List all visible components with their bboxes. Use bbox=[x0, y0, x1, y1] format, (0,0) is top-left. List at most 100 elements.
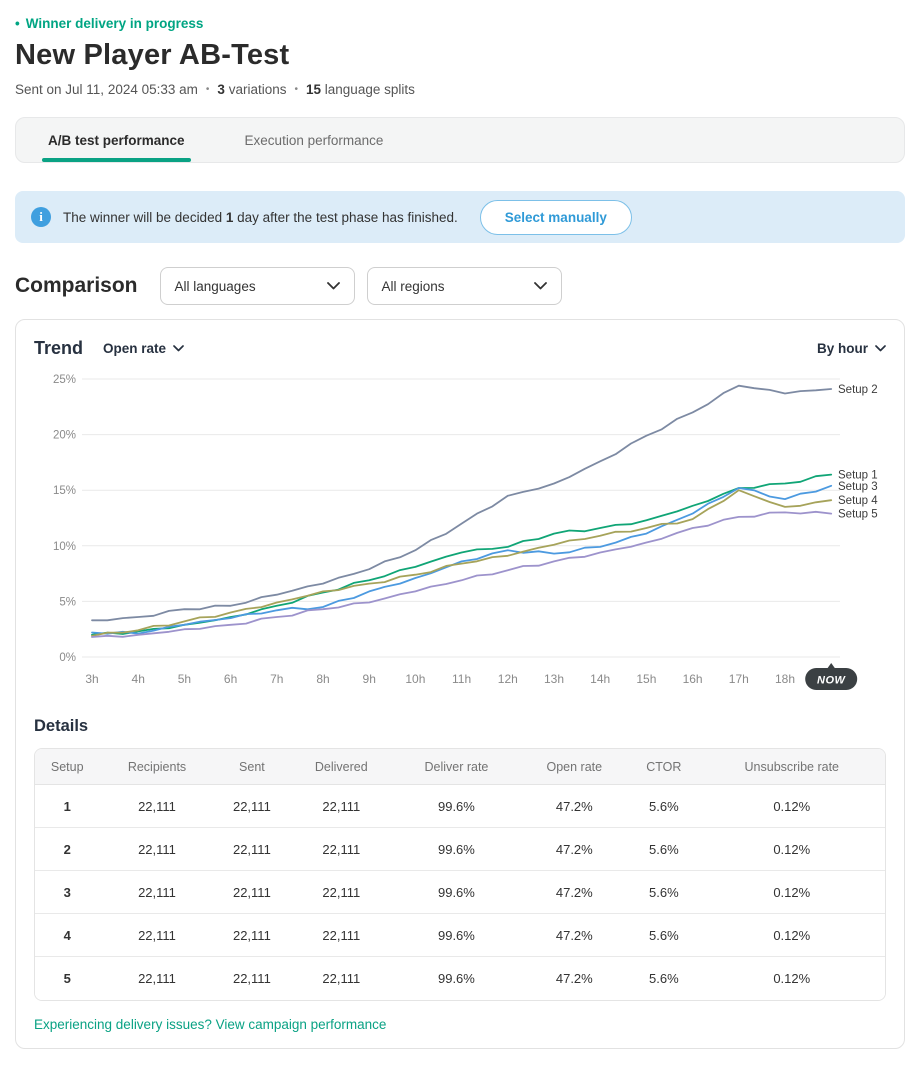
table-cell: 22,111 bbox=[215, 957, 290, 1000]
x-axis-tick-label: 14h bbox=[590, 672, 610, 686]
table-cell: 2 bbox=[35, 828, 99, 871]
trend-header: Trend Open rate By hour bbox=[34, 338, 886, 359]
column-header-delivered: Delivered bbox=[289, 749, 393, 785]
tab-ab-test-performance[interactable]: A/B test performance bbox=[32, 118, 201, 162]
trend-chart: 0%5%10%15%20%25%3h4h5h6h7h8h9h10h11h12h1… bbox=[34, 365, 886, 705]
comparison-heading: Comparison bbox=[15, 274, 138, 298]
table-cell: 22,111 bbox=[99, 828, 214, 871]
table-cell: 22,111 bbox=[99, 871, 214, 914]
metric-selector-value: Open rate bbox=[103, 341, 166, 356]
trend-heading: Trend bbox=[34, 338, 83, 359]
table-cell: 47.2% bbox=[519, 914, 629, 957]
series-label-setup-4: Setup 4 bbox=[838, 495, 878, 507]
table-cell: 22,111 bbox=[289, 828, 393, 871]
x-axis-tick-label: 7h bbox=[270, 672, 283, 686]
chevron-down-icon bbox=[875, 345, 886, 352]
table-cell: 3 bbox=[35, 871, 99, 914]
view-campaign-performance-link[interactable]: Experiencing delivery issues? View campa… bbox=[34, 1017, 386, 1032]
table-row: 222,11122,11122,11199.6%47.2%5.6%0.12% bbox=[35, 828, 885, 871]
y-axis-tick-label: 25% bbox=[53, 374, 76, 386]
status-label: Winner delivery in progress bbox=[26, 16, 204, 31]
tab-bar: A/B test performance Execution performan… bbox=[15, 117, 905, 163]
select-manually-button[interactable]: Select manually bbox=[480, 200, 632, 235]
y-axis-tick-label: 15% bbox=[53, 485, 76, 497]
x-axis-tick-label: 3h bbox=[85, 672, 98, 686]
details-heading: Details bbox=[34, 717, 886, 736]
y-axis-tick-label: 20% bbox=[53, 430, 76, 442]
series-label-setup-2: Setup 2 bbox=[838, 384, 878, 396]
table-cell: 0.12% bbox=[699, 828, 885, 871]
table-cell: 22,111 bbox=[215, 785, 290, 828]
details-table: SetupRecipientsSentDeliveredDeliver rate… bbox=[34, 748, 886, 1001]
table-cell: 5.6% bbox=[629, 914, 698, 957]
x-axis-tick-label: 12h bbox=[498, 672, 518, 686]
table-cell: 22,111 bbox=[289, 785, 393, 828]
table-cell: 4 bbox=[35, 914, 99, 957]
performance-card: Trend Open rate By hour 0%5%10%15%20%25%… bbox=[15, 319, 905, 1049]
y-axis-tick-label: 0% bbox=[59, 652, 76, 664]
x-axis-tick-label: 6h bbox=[224, 672, 237, 686]
table-cell: 47.2% bbox=[519, 785, 629, 828]
table-cell: 1 bbox=[35, 785, 99, 828]
region-filter-value: All regions bbox=[382, 279, 445, 294]
tab-execution-performance[interactable]: Execution performance bbox=[229, 118, 400, 162]
column-header-unsubscribe-rate: Unsubscribe rate bbox=[699, 749, 885, 785]
table-cell: 0.12% bbox=[699, 871, 885, 914]
metric-selector[interactable]: Open rate bbox=[103, 341, 184, 356]
table-cell: 99.6% bbox=[393, 871, 519, 914]
variations-count: 3 variations bbox=[217, 82, 286, 97]
column-header-recipients: Recipients bbox=[99, 749, 214, 785]
x-axis-tick-label: 9h bbox=[363, 672, 376, 686]
splits-count: 15 language splits bbox=[306, 82, 415, 97]
table-cell: 47.2% bbox=[519, 828, 629, 871]
table-cell: 22,111 bbox=[215, 871, 290, 914]
column-header-open-rate: Open rate bbox=[519, 749, 629, 785]
table-row: 122,11122,11122,11199.6%47.2%5.6%0.12% bbox=[35, 785, 885, 828]
table-cell: 99.6% bbox=[393, 828, 519, 871]
table-cell: 5.6% bbox=[629, 828, 698, 871]
separator-dot-icon: • bbox=[206, 84, 210, 95]
table-cell: 0.12% bbox=[699, 785, 885, 828]
table-cell: 99.6% bbox=[393, 957, 519, 1000]
x-axis-tick-label: 16h bbox=[683, 672, 703, 686]
table-cell: 99.6% bbox=[393, 914, 519, 957]
table-cell: 22,111 bbox=[215, 914, 290, 957]
table-cell: 5 bbox=[35, 957, 99, 1000]
series-label-setup-5: Setup 5 bbox=[838, 509, 878, 521]
status-dot-icon: • bbox=[15, 16, 20, 31]
table-cell: 47.2% bbox=[519, 871, 629, 914]
column-header-sent: Sent bbox=[215, 749, 290, 785]
winner-info-banner: i The winner will be decided 1 day after… bbox=[15, 191, 905, 243]
chevron-down-icon bbox=[173, 345, 184, 352]
region-filter-dropdown[interactable]: All regions bbox=[367, 267, 562, 305]
x-axis-tick-label: 17h bbox=[729, 672, 749, 686]
table-cell: 0.12% bbox=[699, 914, 885, 957]
chevron-down-icon bbox=[327, 282, 340, 290]
language-filter-dropdown[interactable]: All languages bbox=[160, 267, 355, 305]
comparison-section: Comparison All languages All regions bbox=[15, 267, 905, 305]
banner-text: The winner will be decided 1 day after t… bbox=[63, 210, 458, 225]
campaign-status: • Winner delivery in progress bbox=[15, 16, 905, 31]
table-cell: 5.6% bbox=[629, 871, 698, 914]
info-icon: i bbox=[31, 207, 51, 227]
table-cell: 22,111 bbox=[289, 871, 393, 914]
column-header-ctor: CTOR bbox=[629, 749, 698, 785]
table-row: 322,11122,11122,11199.6%47.2%5.6%0.12% bbox=[35, 871, 885, 914]
campaign-meta: Sent on Jul 11, 2024 05:33 am • 3 variat… bbox=[15, 82, 905, 97]
x-axis-tick-label: 13h bbox=[544, 672, 564, 686]
separator-dot-icon: • bbox=[294, 84, 298, 95]
column-header-setup: Setup bbox=[35, 749, 99, 785]
table-row: 422,11122,11122,11199.6%47.2%5.6%0.12% bbox=[35, 914, 885, 957]
interval-selector[interactable]: By hour bbox=[817, 341, 886, 356]
x-axis-tick-label: 8h bbox=[316, 672, 329, 686]
x-axis-tick-label: 15h bbox=[636, 672, 656, 686]
details-table-head: SetupRecipientsSentDeliveredDeliver rate… bbox=[35, 749, 885, 785]
table-cell: 22,111 bbox=[215, 828, 290, 871]
series-label-setup-3: Setup 3 bbox=[838, 481, 878, 493]
now-badge-label: NOW bbox=[817, 675, 847, 687]
table-cell: 22,111 bbox=[289, 914, 393, 957]
x-axis-tick-label: 18h bbox=[775, 672, 795, 686]
y-axis-tick-label: 10% bbox=[53, 541, 76, 553]
series-line-setup-3 bbox=[92, 486, 831, 634]
details-table-body: 122,11122,11122,11199.6%47.2%5.6%0.12%22… bbox=[35, 785, 885, 1000]
